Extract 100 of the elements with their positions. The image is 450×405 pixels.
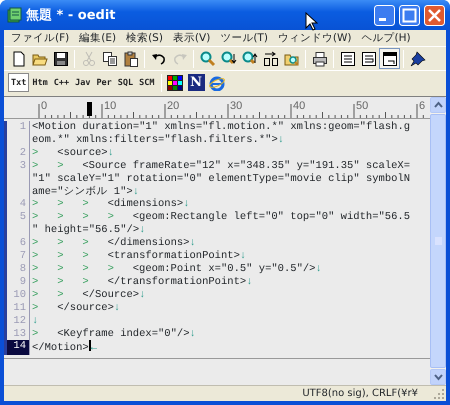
text-cursor: [88, 340, 91, 352]
code-text: </dimensions>: [108, 237, 190, 250]
menu-item[interactable]: ウィンドウ(W): [274, 31, 358, 47]
tab-mark: >: [32, 328, 40, 340]
tab-mark: >: [82, 237, 90, 250]
n-button[interactable]: N: [186, 72, 207, 93]
syntax-mode-button[interactable]: Txt: [8, 73, 30, 92]
mouse-pointer-icon: [305, 12, 318, 31]
line-number: 6: [4, 237, 30, 250]
tab-mark: >: [32, 288, 40, 302]
tab-mark: >: [32, 276, 40, 289]
syntax-mode-button[interactable]: Jav: [72, 73, 94, 92]
line-end-mark: ↓: [189, 237, 196, 250]
syntax-mode-button[interactable]: SCM: [136, 73, 158, 92]
line-end-mark: ↓: [315, 262, 322, 275]
color-palette-button[interactable]: [164, 72, 186, 93]
tab-mark: >: [57, 288, 64, 302]
tab-mark: >: [57, 237, 64, 250]
code-text: eom.*" xmlns:filters="flash.filters.*">: [32, 134, 278, 146]
code-text: </Motion>: [32, 342, 89, 354]
text-lines-icon: [340, 50, 356, 66]
window-layout-icon: [382, 50, 398, 66]
line-end-mark: ↓: [108, 146, 114, 159]
syntax-mode-button[interactable]: Htm: [29, 73, 51, 92]
new-file-icon: [10, 50, 26, 66]
wrap-lines-icon: [360, 50, 376, 66]
tab-mark: >: [82, 262, 90, 276]
status-text: UTF8(no sig), CRLF(¥r¥: [302, 387, 418, 401]
tab-mark: >: [57, 160, 64, 173]
pushpin-icon: [410, 50, 426, 66]
resize-grip[interactable]: [432, 386, 446, 400]
menu-item[interactable]: ツール(T): [217, 31, 275, 47]
tab-mark: >: [32, 160, 40, 173]
ruler-number: 20: [167, 100, 180, 112]
app-icon: [6, 7, 22, 23]
syntax-mode-button[interactable]: SQL: [114, 73, 136, 92]
code-text: <Source frameRate="12" x="348.35" y="191.35" scaleX=: [82, 160, 410, 172]
tab-mark: >: [57, 250, 64, 263]
code-text: <geom:Rectangle left="0" top="0" width="56.5: [132, 211, 410, 224]
chevron-up-icon: [434, 101, 442, 109]
tab-mark: >: [82, 276, 90, 289]
code-text: </transformationPoint>: [108, 276, 246, 288]
line-end-mark: ↓: [139, 224, 146, 236]
line-number: 12: [4, 314, 30, 328]
line-number: 7: [4, 250, 30, 263]
scroll-down-button[interactable]: [430, 369, 446, 385]
line-number: 10: [4, 288, 30, 302]
clipboard-icon: [122, 50, 138, 66]
tab-mark: >: [108, 262, 115, 276]
tab-mark: >: [57, 211, 64, 224]
code-text: "1" scaleY="1" rotation="0" elementType="movie clip" symbolN: [32, 172, 410, 185]
ruler-number: 40: [293, 100, 306, 112]
minimize-button[interactable]: [374, 4, 395, 26]
syntax-mode-button[interactable]: Per: [93, 73, 115, 92]
code-text: <dimensions>: [108, 198, 184, 210]
line-end-mark: ↓: [240, 250, 246, 262]
tab-mark: >: [32, 237, 40, 250]
printer-icon: [312, 50, 328, 66]
code-text: </source>: [57, 302, 114, 314]
menu-item[interactable]: 編集(E): [76, 31, 124, 47]
tab-mark: >: [32, 198, 40, 212]
tab-mark: >: [57, 198, 64, 212]
magnifier-down-icon: [220, 50, 236, 66]
scroll-up-button[interactable]: [430, 97, 446, 113]
line-end-mark: ↓: [132, 186, 140, 198]
window-layout-button[interactable]: [379, 48, 400, 69]
close-button[interactable]: [424, 4, 445, 26]
syntax-mode-button[interactable]: C++: [50, 73, 72, 92]
line-end-mark: ↓: [246, 276, 252, 288]
code-text: ame="シンボル 1">: [32, 186, 133, 198]
menu-item[interactable]: ヘルプ(H): [358, 31, 418, 47]
line-end-mark: ↓: [190, 328, 196, 340]
line-end-mark: ↓: [114, 302, 120, 314]
tab-mark: >: [57, 262, 64, 276]
ruler-number: 6: [419, 100, 426, 112]
tab-mark: >: [82, 250, 90, 263]
tab-mark: >: [82, 198, 90, 212]
scrollbar-thumb[interactable]: [430, 114, 446, 368]
replace-icon: [262, 50, 278, 66]
code-text: <Keyframe index="0"/>: [57, 328, 190, 340]
code-text: <geom:Point x="0.5" y="0.5"/>: [132, 262, 316, 275]
line-number: 1: [4, 121, 30, 147]
menu-item[interactable]: ファイル(F): [8, 31, 76, 47]
line-number: 11: [4, 302, 30, 315]
menu-item[interactable]: 検索(S): [123, 31, 170, 47]
tab-mark: >: [32, 262, 40, 276]
line-number: 9: [4, 276, 30, 289]
line-number: 14: [4, 340, 30, 356]
line-end-mark: ↓: [32, 314, 38, 327]
line-end-mark: ↓: [278, 134, 284, 146]
maximize-button[interactable]: [399, 4, 420, 26]
tab-mark: >: [108, 211, 115, 224]
menu-item[interactable]: 表示(V): [170, 31, 218, 47]
tab-mark: >: [32, 146, 40, 160]
line-end-mark: ↓: [183, 198, 190, 210]
copy-icon: [102, 50, 118, 66]
magnifier-up-icon: [242, 50, 258, 66]
code-text: </Source>: [82, 288, 140, 301]
line-number: 5: [4, 211, 30, 238]
tab-mark: >: [32, 211, 40, 224]
